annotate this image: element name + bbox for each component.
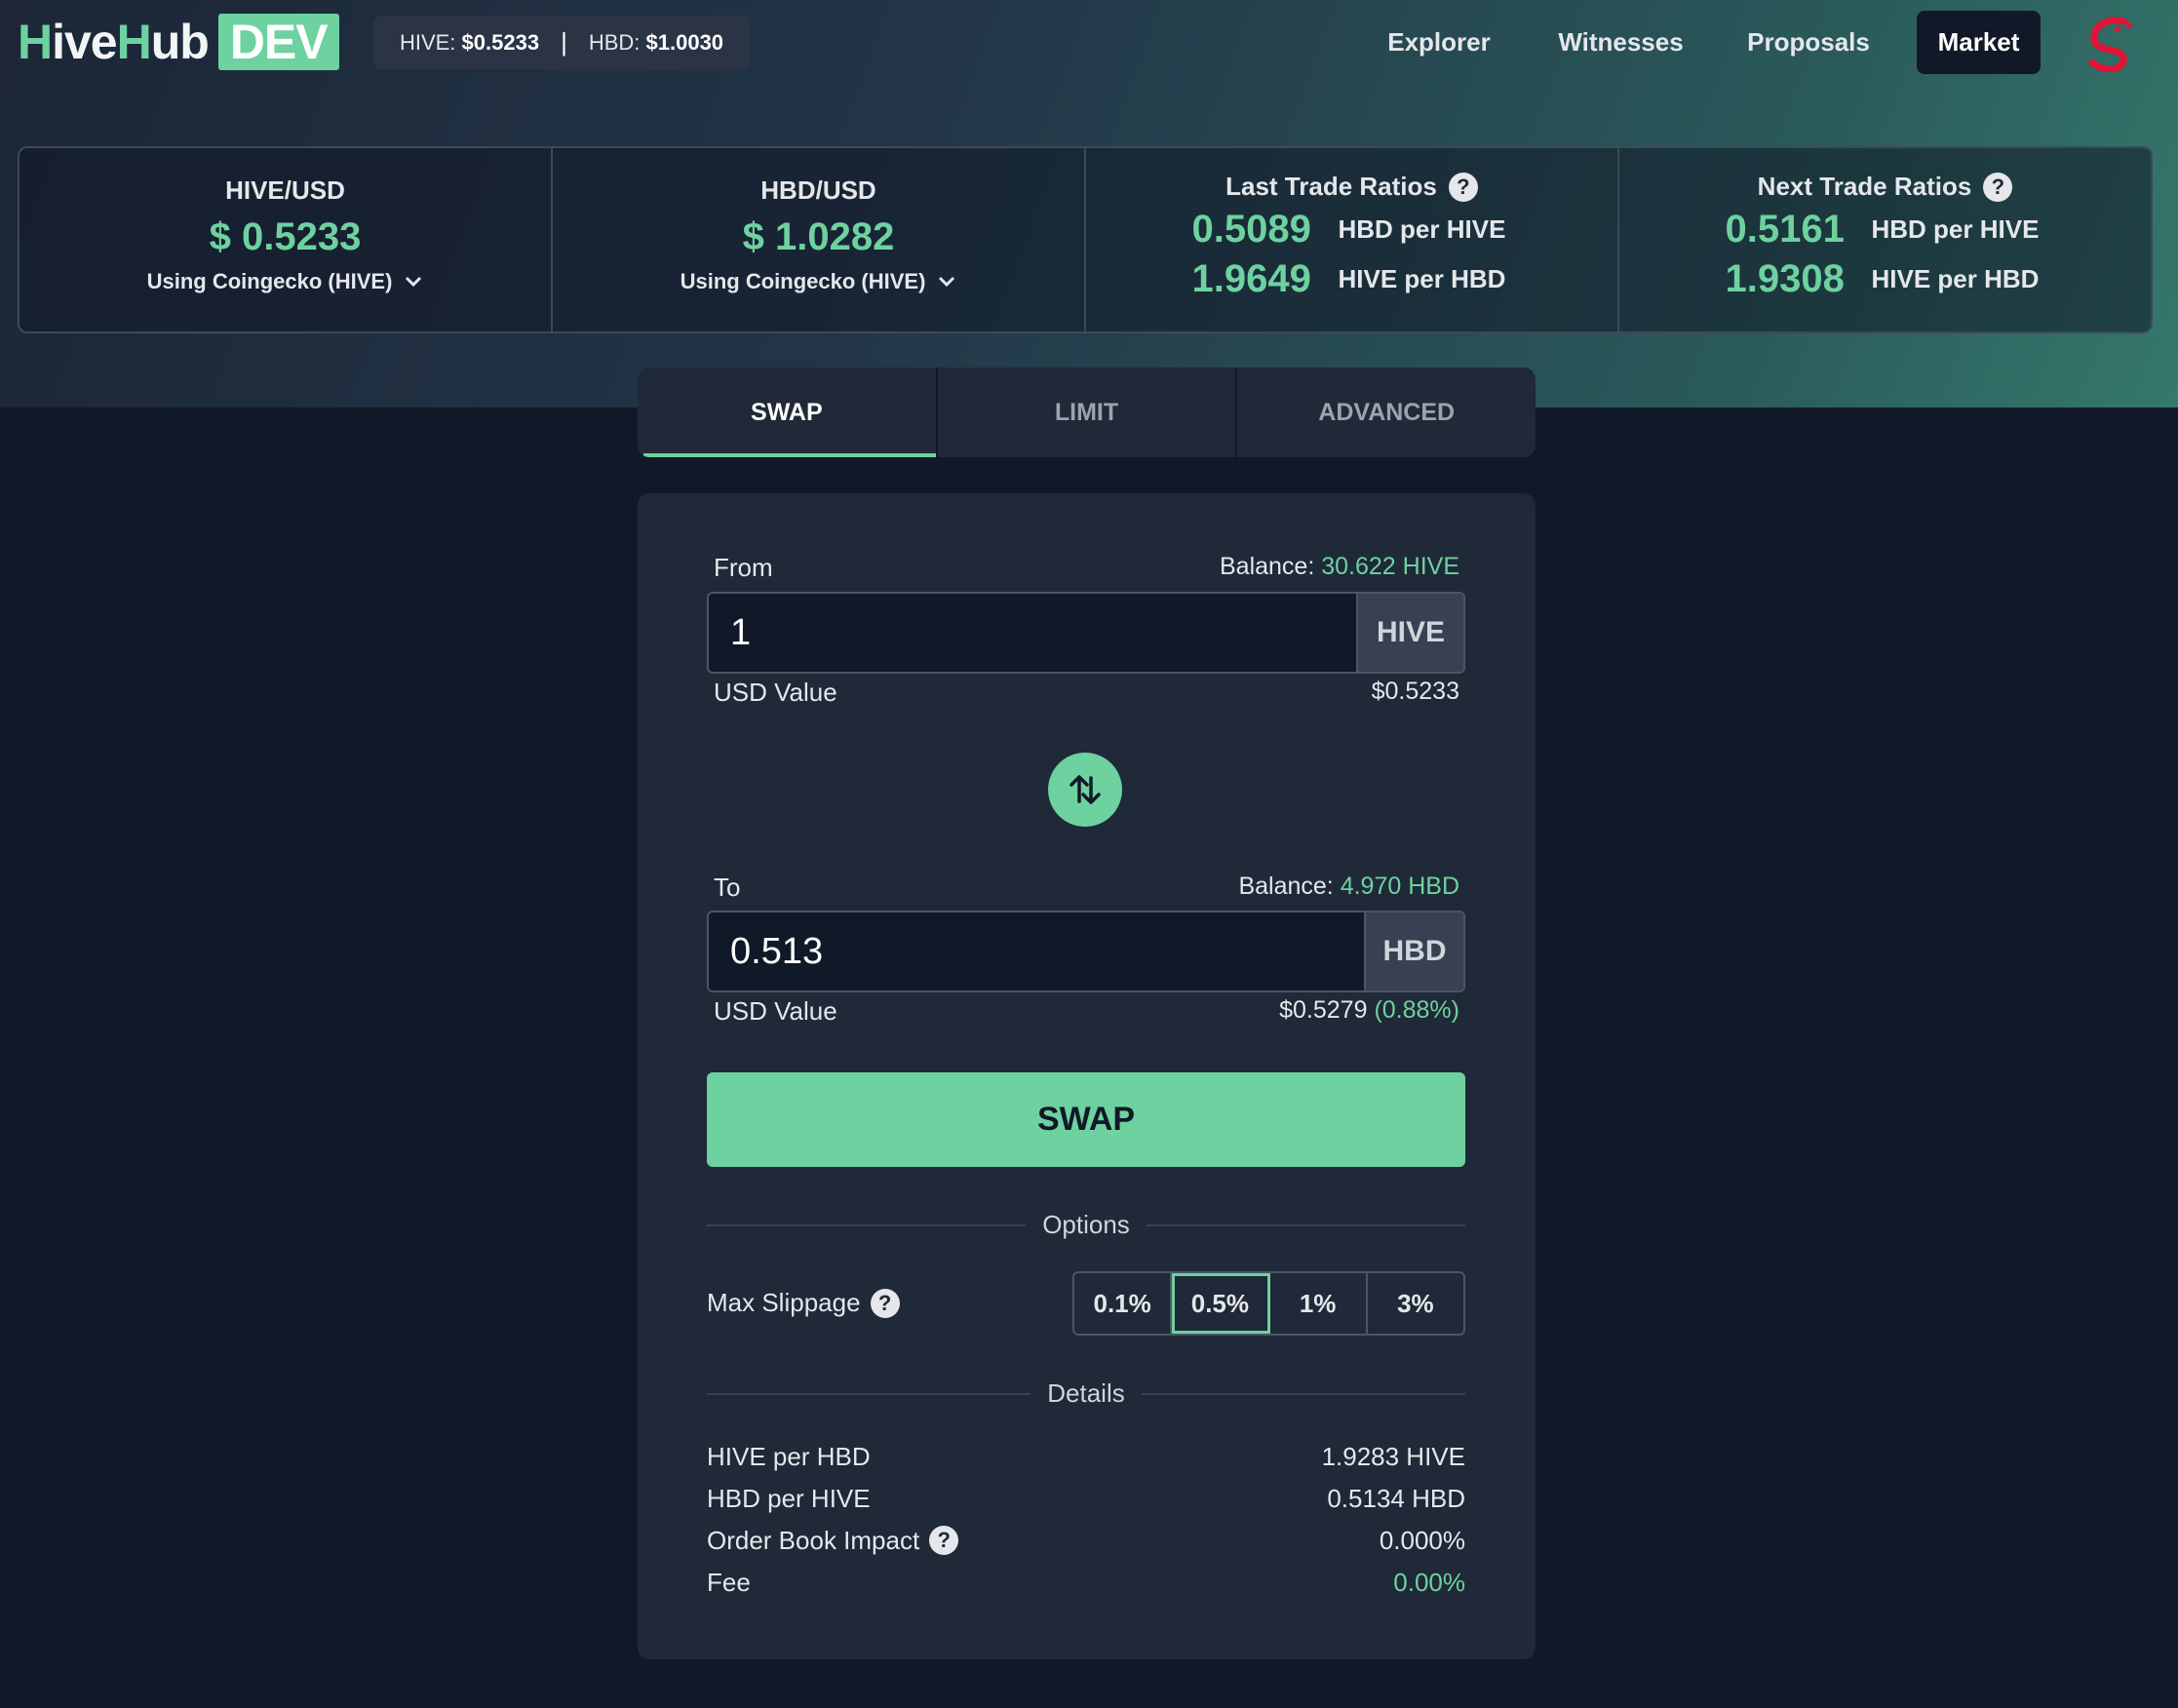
- from-amount-field: HIVE: [707, 592, 1465, 674]
- from-balance: Balance: 30.622 HIVE: [1219, 553, 1459, 580]
- from-amount-input[interactable]: [709, 594, 1356, 672]
- help-icon[interactable]: ?: [870, 1288, 900, 1318]
- stat-last-trade-ratios: Last Trade Ratios ? 0.5089 HBD per HIVE …: [1086, 148, 1619, 331]
- to-label: To: [714, 873, 741, 902]
- ticker-hbd-price: $1.0030: [645, 29, 724, 55]
- switch-direction-button[interactable]: [1048, 753, 1122, 827]
- options-divider: Options: [707, 1208, 1465, 1241]
- slippage-selector: 0.1% 0.5% 1% 3%: [1072, 1271, 1465, 1336]
- price-difference: (0.88%): [1374, 996, 1459, 1024]
- hive-price-source-dropdown[interactable]: Using Coingecko (HIVE): [19, 269, 551, 294]
- slippage-option-1[interactable]: 1%: [1270, 1273, 1368, 1334]
- chevron-down-icon: [939, 276, 955, 288]
- tab-advanced[interactable]: ADVANCED: [1237, 368, 1536, 457]
- tab-limit[interactable]: LIMIT: [938, 368, 1238, 457]
- chevron-down-icon: [406, 276, 422, 288]
- from-usd-label: USD Value: [714, 678, 837, 707]
- nav-witnesses[interactable]: Witnesses: [1550, 11, 1692, 74]
- hive-logo-icon[interactable]: [2082, 16, 2141, 72]
- hbd-usd-price: $ 1.0282: [742, 215, 895, 258]
- detail-hbd-per-hive: HBD per HIVE 0.5134 HBD: [707, 1483, 1465, 1513]
- stat-hive-usd: HIVE/USD $ 0.5233 Using Coingecko (HIVE): [19, 148, 553, 331]
- to-usd-value: $0.5279 (0.88%): [1279, 996, 1459, 1024]
- from-label: From: [714, 553, 773, 582]
- to-amount-input[interactable]: [709, 912, 1364, 990]
- from-unit-label: HIVE: [1356, 594, 1463, 672]
- details-divider: Details: [707, 1377, 1465, 1410]
- hive-usd-price: $ 0.5233: [209, 215, 362, 258]
- slippage-option-3[interactable]: 3%: [1368, 1273, 1463, 1334]
- hbd-price-source-dropdown[interactable]: Using Coingecko (HIVE): [553, 269, 1084, 294]
- slippage-option-0-1[interactable]: 0.1%: [1074, 1273, 1173, 1334]
- trade-mode-tabs: SWAP LIMIT ADVANCED: [638, 368, 1536, 457]
- detail-hive-per-hbd: HIVE per HBD 1.9283 HIVE: [707, 1441, 1465, 1471]
- swap-arrows-icon: [1070, 775, 1101, 804]
- market-stats-panel: HIVE/USD $ 0.5233 Using Coingecko (HIVE)…: [18, 146, 2153, 333]
- slippage-option-0-5[interactable]: 0.5%: [1172, 1273, 1270, 1334]
- detail-order-book-impact: Order Book Impact ? 0.000%: [707, 1525, 1465, 1555]
- stat-next-trade-ratios: Next Trade Ratios ? 0.5161 HBD per HIVE …: [1725, 172, 2040, 300]
- tab-swap[interactable]: SWAP: [638, 368, 938, 457]
- hivehub-logo[interactable]: Hive Hub DEV: [18, 14, 339, 70]
- max-slippage-label: Max Slippage ?: [707, 1288, 900, 1318]
- top-bar: Hive Hub DEV HIVE: $0.5233 | HBD: $1.0030…: [0, 0, 2178, 86]
- stat-hbd-usd: HBD/USD $ 1.0282 Using Coingecko (HIVE): [553, 148, 1086, 331]
- help-icon[interactable]: ?: [929, 1526, 959, 1555]
- swap-button[interactable]: SWAP: [707, 1072, 1465, 1167]
- help-icon[interactable]: ?: [1448, 172, 1478, 202]
- help-icon[interactable]: ?: [1983, 172, 2013, 202]
- nav-market[interactable]: Market: [1917, 11, 2041, 74]
- ticker-hive-price: $0.5233: [461, 29, 540, 55]
- price-ticker: HIVE: $0.5233 | HBD: $1.0030: [373, 16, 750, 69]
- to-usd-label: USD Value: [714, 996, 837, 1026]
- dev-badge: DEV: [217, 14, 339, 70]
- nav-explorer[interactable]: Explorer: [1376, 11, 1502, 74]
- nav-proposals[interactable]: Proposals: [1741, 11, 1876, 74]
- to-unit-label: HBD: [1364, 912, 1463, 990]
- to-balance: Balance: 4.970 HBD: [1238, 873, 1459, 900]
- from-usd-value: $0.5233: [1371, 678, 1459, 705]
- detail-fee: Fee 0.00%: [707, 1567, 1465, 1597]
- swap-card: From Balance: 30.622 HIVE HIVE USD Value…: [638, 493, 1536, 1659]
- to-amount-field: HBD: [707, 911, 1465, 992]
